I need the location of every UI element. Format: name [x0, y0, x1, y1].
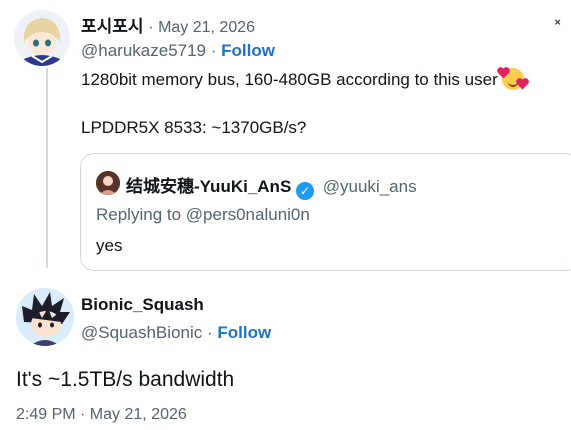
verified-badge-icon: ✓ [296, 182, 315, 200]
smiling-face-with-hearts-icon [499, 68, 528, 90]
tweet-text-line-2: LPDDR5X 8533: ~1370GB/s? [81, 118, 307, 137]
tweet-subheader: @harukaze5719 · Follow [81, 41, 275, 61]
tweet-text-line: 1280bit memory bus, 160-480GB according … [81, 70, 498, 89]
quote-avatar[interactable] [96, 171, 120, 195]
follow-button[interactable]: Follow [217, 323, 271, 342]
thread-connector-line [46, 68, 48, 268]
avatar[interactable] [14, 10, 70, 66]
quote-header: 结城安穗-YuuKi_AnS ✓ @yuuki_ans [126, 172, 417, 200]
close-icon[interactable]: ˟ [555, 18, 560, 36]
separator-dot: · [210, 41, 217, 60]
separator-dot: · [206, 323, 213, 342]
tweet-text: 1280bit memory bus, 160-480GB according … [81, 68, 528, 90]
display-name-text: Bionic_Squash [81, 295, 204, 314]
tweet-timestamp[interactable]: 2:49 PM · May 21, 2026 [16, 406, 187, 424]
avatar[interactable] [16, 288, 74, 346]
display-name[interactable]: Bionic_Squash [81, 295, 204, 315]
quote-text: yes [96, 236, 123, 255]
tweet-text: It's ~1.5TB/s bandwidth [16, 368, 235, 391]
user-avatar-icon [96, 171, 120, 195]
user-handle[interactable]: @harukaze5719 [81, 41, 206, 60]
display-name[interactable]: 포시포시 [81, 17, 144, 36]
tweet-date[interactable]: · May 21, 2026 [148, 19, 255, 36]
anime-avatar-icon [14, 10, 70, 66]
user-handle[interactable]: @SquashBionic [81, 323, 202, 342]
cartoon-avatar-icon [16, 288, 74, 346]
tweet-subheader: @SquashBionic · Follow [81, 323, 271, 343]
replying-to-text: Replying to @pers0naluni0n [96, 205, 310, 224]
follow-button[interactable]: Follow [221, 41, 275, 60]
tweet-header: 포시포시 · May 21, 2026 [81, 12, 255, 37]
quote-display-name[interactable]: 结城安穗-YuuKi_AnS [126, 177, 291, 196]
quote-handle[interactable]: @yuuki_ans [323, 177, 417, 196]
